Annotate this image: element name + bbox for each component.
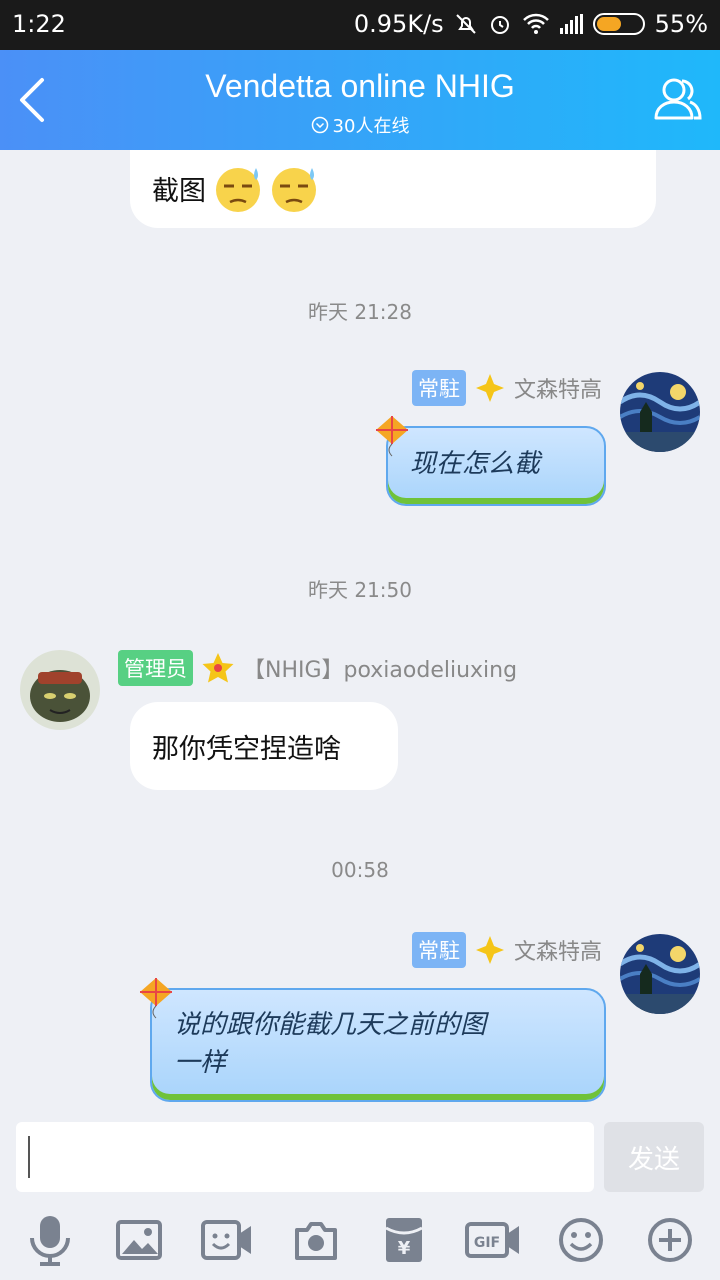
message-text-line: 一样 bbox=[174, 1048, 227, 1078]
group-title[interactable]: Vendetta online NHIG bbox=[0, 68, 720, 105]
camera-icon[interactable] bbox=[286, 1210, 346, 1270]
sweat-emoji-icon bbox=[216, 168, 260, 212]
text-caret bbox=[28, 1136, 30, 1178]
emoji-icon[interactable] bbox=[551, 1210, 611, 1270]
message-text: 那你凭空捏造啥 bbox=[152, 733, 341, 765]
message-text: 现在怎么截 bbox=[410, 449, 541, 479]
message-bubble[interactable]: 现在怎么截 bbox=[386, 426, 606, 506]
kite-icon bbox=[140, 978, 172, 1019]
message-bubble[interactable]: 说的跟你能截几天之前的图 一样 bbox=[150, 988, 606, 1102]
message-input[interactable] bbox=[16, 1122, 594, 1192]
timestamp: 昨天 21:50 bbox=[308, 578, 412, 602]
timestamp: 昨天 21:28 bbox=[308, 300, 412, 324]
network-speed: 0.95K/s bbox=[353, 10, 444, 38]
image-icon[interactable] bbox=[109, 1210, 169, 1270]
sender-row: 常駐 文森特高 bbox=[411, 370, 602, 406]
alarm-icon bbox=[490, 16, 509, 34]
wifi-icon bbox=[522, 13, 549, 34]
sender-name[interactable]: 【NHIG】poxiaodeliuxing bbox=[243, 652, 517, 684]
message-bubble[interactable]: 那你凭空捏造啥 bbox=[130, 702, 398, 790]
input-toolbar: ¥ GIF bbox=[0, 1200, 720, 1280]
member-tag: 常駐 bbox=[411, 370, 466, 406]
sender-row: 常駐 文森特高 bbox=[411, 932, 602, 968]
message-bubble[interactable]: 截图 bbox=[130, 150, 656, 228]
svg-text:¥: ¥ bbox=[398, 1238, 411, 1259]
plus-icon[interactable] bbox=[640, 1210, 700, 1270]
mic-icon[interactable] bbox=[20, 1210, 80, 1270]
message-list[interactable]: 截图 昨天 21:28 常駐 文森特高 现在怎么截 昨天 21:50 管理员 【… bbox=[0, 150, 720, 1110]
sender-name[interactable]: 文森特高 bbox=[514, 372, 602, 404]
member-tag: 常駐 bbox=[411, 932, 466, 968]
sweat-emoji-icon bbox=[272, 168, 316, 212]
admin-tag: 管理员 bbox=[118, 650, 193, 686]
chat-header: Vendetta online NHIG 30人在线 bbox=[0, 50, 720, 150]
red-packet-icon[interactable]: ¥ bbox=[374, 1210, 434, 1270]
online-count-label: 30人在线 bbox=[332, 116, 410, 137]
signal-icon bbox=[559, 14, 583, 34]
message-text-line: 说的跟你能截几天之前的图 bbox=[174, 1010, 487, 1040]
video-icon[interactable] bbox=[197, 1210, 257, 1270]
sender-row: 管理员 【NHIG】poxiaodeliuxing bbox=[118, 650, 517, 686]
chevron-down-circle-icon bbox=[311, 116, 328, 134]
svg-text:GIF: GIF bbox=[474, 1235, 500, 1251]
battery-percent: 55% bbox=[654, 10, 708, 38]
kite-icon bbox=[376, 416, 408, 457]
group-members-icon[interactable] bbox=[652, 72, 704, 124]
input-bar: 发送 bbox=[0, 1110, 720, 1200]
avatar[interactable] bbox=[20, 650, 100, 730]
timestamp: 00:58 bbox=[331, 858, 389, 882]
avatar[interactable] bbox=[620, 372, 700, 452]
online-count[interactable]: 30人在线 bbox=[0, 112, 720, 138]
sender-name[interactable]: 文森特高 bbox=[514, 934, 602, 966]
status-right: 0.95K/s 55% bbox=[354, 10, 708, 38]
star-badge-icon bbox=[475, 936, 504, 964]
battery-icon bbox=[592, 13, 645, 35]
gif-icon[interactable]: GIF bbox=[463, 1210, 523, 1270]
star-badge-icon bbox=[475, 374, 504, 402]
status-bar: 1:22 0.95K/s 55% bbox=[0, 0, 720, 50]
send-button[interactable]: 发送 bbox=[604, 1122, 704, 1192]
mute-icon bbox=[455, 14, 476, 34]
avatar[interactable] bbox=[620, 934, 700, 1014]
status-time: 1:22 bbox=[12, 10, 66, 38]
message-text: 截图 bbox=[152, 175, 206, 207]
star-badge-icon bbox=[202, 653, 234, 683]
